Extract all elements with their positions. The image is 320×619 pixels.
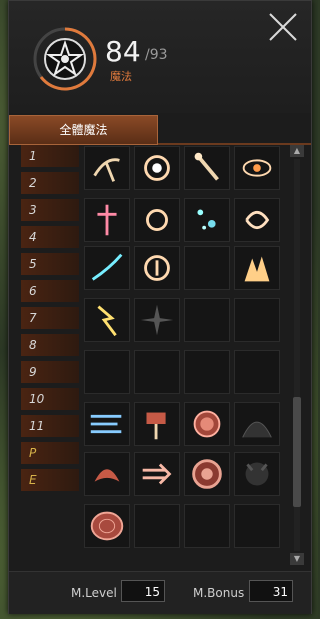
eye-icon [242, 159, 272, 177]
spell-slot[interactable] [84, 452, 130, 496]
scroll-down-button[interactable]: ▼ [290, 553, 304, 565]
scrollbar[interactable]: ▲ ▼ [290, 145, 304, 565]
footer: M.Level 15 M.Bonus 31 [9, 571, 311, 614]
spell-slot[interactable] [184, 452, 230, 496]
spell-slot-empty[interactable] [184, 350, 230, 394]
spell-slot[interactable] [84, 402, 130, 446]
spell-slot[interactable] [234, 146, 280, 190]
flame-armor-icon [94, 469, 120, 482]
row-label-p[interactable]: P [21, 442, 79, 464]
row-label-6[interactable]: 6 [21, 280, 79, 302]
spell-slot-empty[interactable] [184, 298, 230, 342]
torch-icon [194, 152, 219, 181]
spell-slot[interactable] [134, 402, 180, 446]
row-label-2[interactable]: 2 [21, 172, 79, 194]
gear-shield-icon [192, 459, 222, 489]
row-label-5[interactable]: 5 [21, 253, 79, 275]
spell-slot[interactable] [184, 146, 230, 190]
spell-slot[interactable] [84, 298, 130, 342]
sparkle-icon [197, 209, 216, 230]
vortex-icon [144, 155, 170, 181]
rune-disc-icon [90, 511, 124, 541]
level-value: 15 [121, 580, 165, 602]
magic-max: /93 [145, 47, 168, 63]
shield-icon [144, 255, 170, 281]
spell-slot-empty[interactable] [234, 298, 280, 342]
fist-icon [146, 209, 168, 231]
spell-slot-empty[interactable] [184, 246, 230, 290]
row-label-list: 1 2 3 4 5 6 7 8 9 10 11 P E [21, 145, 79, 496]
spell-slot[interactable] [184, 402, 230, 446]
wind-lines-icon [90, 414, 122, 434]
spiral-icon [245, 210, 270, 230]
bonus-label: M.Bonus [193, 586, 245, 600]
scroll-up-button[interactable]: ▲ [290, 145, 304, 157]
tab-2[interactable] [185, 115, 225, 143]
tab-3[interactable] [251, 115, 291, 143]
lightning-icon [97, 305, 117, 337]
magic-sublabel: 魔法 [110, 70, 132, 83]
spell-slot[interactable] [134, 146, 180, 190]
scroll-thumb[interactable] [293, 397, 301, 507]
close-icon[interactable] [267, 11, 299, 43]
orb-shield-icon [193, 410, 221, 438]
spell-slot[interactable] [234, 452, 280, 496]
dark-star-icon [140, 304, 174, 336]
tab-bar: 全體魔法 [9, 115, 311, 145]
spell-slot[interactable] [184, 198, 230, 242]
wind-slash-icon [91, 253, 123, 281]
row-label-11[interactable]: 11 [21, 415, 79, 437]
spell-slot[interactable] [84, 504, 130, 548]
pickaxe-icon [93, 158, 120, 182]
dark-wing-icon [242, 421, 272, 438]
spell-slot-empty[interactable] [234, 504, 280, 548]
magic-panel: 84 /93 魔法 全體魔法 1 2 3 4 5 6 7 8 9 10 11 P… [8, 0, 312, 614]
row-label-1[interactable]: 1 [21, 145, 79, 167]
holy-sword-icon [97, 204, 117, 236]
flame-burst-icon [244, 256, 270, 282]
spell-slot[interactable] [84, 146, 130, 190]
magic-count: 84 [105, 35, 141, 68]
spell-slot-empty[interactable] [184, 504, 230, 548]
bonus-value: 31 [249, 580, 293, 602]
spell-slot[interactable] [234, 198, 280, 242]
hammer-icon [146, 412, 166, 440]
row-label-9[interactable]: 9 [21, 361, 79, 383]
spell-slot[interactable] [134, 452, 180, 496]
spell-slot-empty[interactable] [134, 504, 180, 548]
arrow-icon [142, 463, 172, 485]
spell-slot[interactable] [234, 402, 280, 446]
spell-slot-empty[interactable] [134, 350, 180, 394]
row-label-e[interactable]: E [21, 469, 79, 491]
row-label-7[interactable]: 7 [21, 307, 79, 329]
row-label-4[interactable]: 4 [21, 226, 79, 248]
row-label-10[interactable]: 10 [21, 388, 79, 410]
spell-slot[interactable] [134, 198, 180, 242]
spell-slot[interactable] [84, 198, 130, 242]
row-label-8[interactable]: 8 [21, 334, 79, 356]
tab-all-magic[interactable]: 全體魔法 [9, 115, 158, 145]
level-label: M.Level [71, 586, 117, 600]
demon-icon [245, 462, 269, 486]
spell-slot[interactable] [234, 246, 280, 290]
spell-slot[interactable] [134, 246, 180, 290]
panel-header: 84 /93 魔法 [9, 1, 311, 113]
magic-emblem-icon [33, 27, 97, 91]
spell-slot[interactable] [134, 298, 180, 342]
spell-slot[interactable] [84, 246, 130, 290]
row-label-3[interactable]: 3 [21, 199, 79, 221]
spell-slot-empty[interactable] [234, 350, 280, 394]
spell-slot-empty[interactable] [84, 350, 130, 394]
